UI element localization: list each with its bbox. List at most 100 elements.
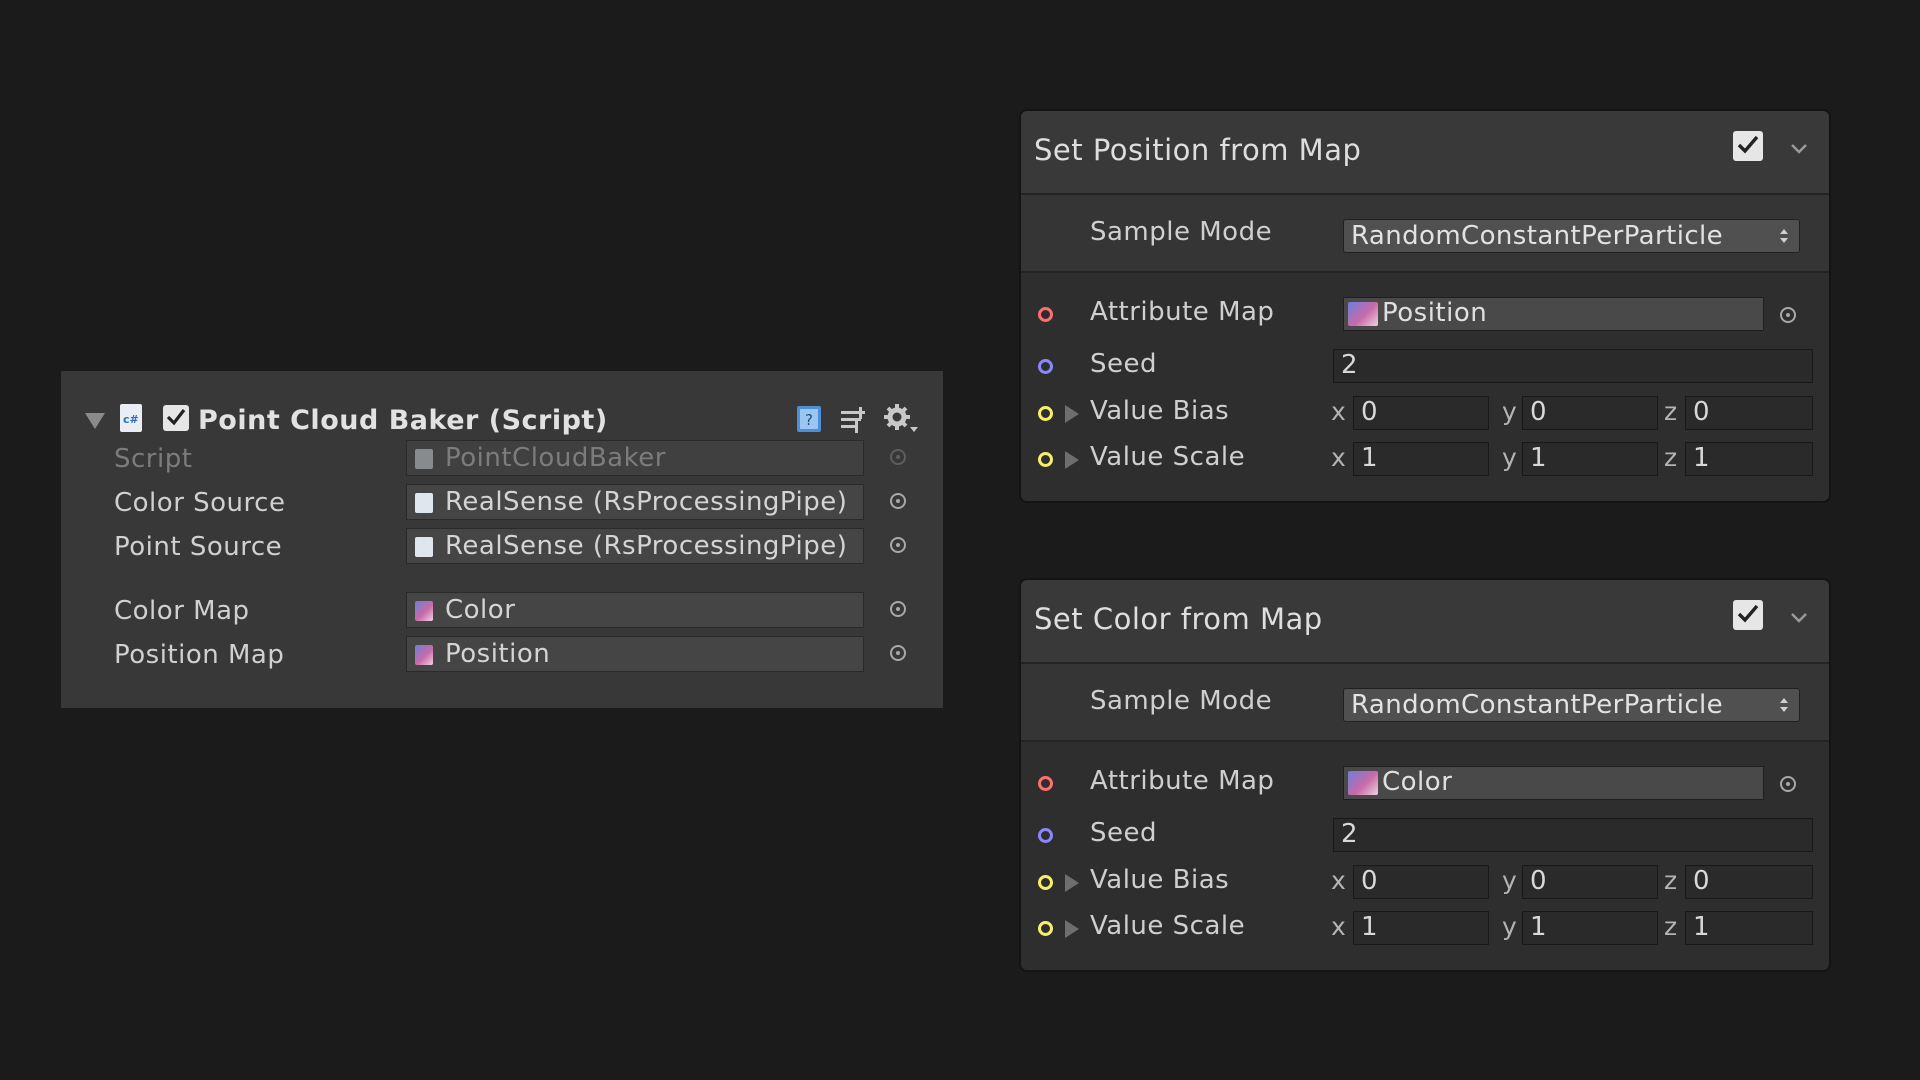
script-field[interactable]: PointCloudBaker: [406, 440, 864, 476]
chevron-down-icon[interactable]: [1789, 612, 1809, 624]
sample-mode-dropdown[interactable]: RandomConstantPerParticle: [1343, 688, 1800, 722]
sample-mode-value: RandomConstantPerParticle: [1351, 690, 1724, 720]
sample-mode-label: Sample Mode: [1090, 217, 1273, 247]
value-scale-z-input[interactable]: 1: [1685, 442, 1813, 476]
point-source-field[interactable]: RealSense (RsProcessingPipe): [406, 528, 864, 564]
seed-label: Seed: [1090, 818, 1157, 848]
point-source-label: Point Source: [114, 532, 283, 562]
inspector-component-panel: Point Cloud Baker (Script) ?: [61, 371, 943, 708]
dropdown-arrows-icon: [1780, 698, 1788, 712]
component-enabled-checkbox[interactable]: [163, 405, 189, 431]
value-bias-y: 0: [1530, 866, 1547, 896]
sample-mode-row: Sample Mode RandomConstantPerParticle: [1021, 664, 1829, 742]
attribute-map-label: Attribute Map: [1090, 766, 1275, 796]
block-enabled-checkbox[interactable]: [1733, 600, 1763, 630]
attribute-map-value: Position: [1382, 298, 1488, 328]
color-map-label: Color Map: [114, 596, 250, 626]
value-bias-z-input[interactable]: 0: [1685, 865, 1813, 899]
value-scale-label: Value Scale: [1090, 442, 1246, 472]
value-bias-z: 0: [1693, 397, 1710, 427]
value-bias-y-input[interactable]: 0: [1522, 396, 1658, 430]
csharp-script-icon: [415, 537, 433, 557]
axis-z-label: z: [1664, 443, 1678, 472]
seed-input-port[interactable]: [1038, 359, 1053, 374]
color-source-row: Color Source RealSense (RsProcessingPipe…: [114, 484, 914, 522]
script-row: Script PointCloudBaker: [114, 440, 914, 478]
value-bias-x-input[interactable]: 0: [1353, 865, 1489, 899]
value-bias-y-input[interactable]: 0: [1522, 865, 1658, 899]
value-bias-port[interactable]: [1038, 875, 1053, 890]
color-map-value: Color: [445, 595, 516, 625]
axis-z-label: z: [1664, 866, 1678, 895]
value-scale-y: 1: [1530, 443, 1547, 473]
seed-input[interactable]: 2: [1333, 818, 1813, 852]
object-picker-icon[interactable]: [1780, 776, 1796, 792]
object-picker-icon[interactable]: [890, 493, 906, 509]
gear-icon[interactable]: [883, 403, 918, 435]
block-header: Set Color from Map: [1021, 580, 1829, 664]
foldout-arrow-icon[interactable]: [85, 413, 105, 429]
value-scale-label: Value Scale: [1090, 911, 1246, 941]
chevron-down-icon[interactable]: [1789, 143, 1809, 155]
value-scale-y-input[interactable]: 1: [1522, 911, 1658, 945]
texture-icon: [415, 645, 433, 665]
seed-input-port[interactable]: [1038, 828, 1053, 843]
value-bias-x-input[interactable]: 0: [1353, 396, 1489, 430]
position-map-value: Position: [445, 639, 551, 669]
color-source-label: Color Source: [114, 488, 286, 518]
value-scale-z: 1: [1693, 443, 1710, 473]
expand-arrow-icon[interactable]: [1065, 874, 1079, 892]
value-bias-x: 0: [1361, 397, 1378, 427]
value-scale-z-input[interactable]: 1: [1685, 911, 1813, 945]
texture-input-port[interactable]: [1038, 776, 1053, 791]
value-bias-x: 0: [1361, 866, 1378, 896]
component-header: Point Cloud Baker (Script) ?: [85, 401, 925, 443]
expand-arrow-icon[interactable]: [1065, 405, 1079, 423]
block-header: Set Position from Map: [1021, 111, 1829, 195]
seed-value: 2: [1341, 350, 1358, 380]
sample-mode-value: RandomConstantPerParticle: [1351, 221, 1724, 251]
attribute-map-field[interactable]: Position: [1343, 297, 1764, 331]
preset-sliders-icon[interactable]: [837, 403, 869, 435]
object-picker-icon[interactable]: [890, 601, 906, 617]
value-bias-label: Value Bias: [1090, 396, 1230, 426]
texture-icon: [415, 601, 433, 621]
block-enabled-checkbox[interactable]: [1733, 131, 1763, 161]
object-picker-icon[interactable]: [1780, 307, 1796, 323]
expand-arrow-icon[interactable]: [1065, 920, 1079, 938]
texture-icon: [1348, 771, 1378, 795]
expand-arrow-icon[interactable]: [1065, 451, 1079, 469]
color-source-field[interactable]: RealSense (RsProcessingPipe): [406, 484, 864, 520]
color-source-value: RealSense (RsProcessingPipe): [445, 487, 848, 517]
axis-z-label: z: [1664, 912, 1678, 941]
value-bias-z: 0: [1693, 866, 1710, 896]
value-bias-z-input[interactable]: 0: [1685, 396, 1813, 430]
color-map-row: Color Map Color: [114, 592, 914, 630]
value-scale-port[interactable]: [1038, 921, 1053, 936]
attribute-map-field[interactable]: Color: [1343, 766, 1764, 800]
seed-input[interactable]: 2: [1333, 349, 1813, 383]
sample-mode-dropdown[interactable]: RandomConstantPerParticle: [1343, 219, 1800, 253]
block-title: Set Position from Map: [1034, 133, 1362, 167]
csharp-script-icon: [415, 449, 433, 469]
svg-text:?: ?: [805, 411, 813, 429]
object-picker-icon[interactable]: [890, 537, 906, 553]
csharp-script-icon: [415, 493, 433, 513]
value-bias-port[interactable]: [1038, 406, 1053, 421]
value-scale-port[interactable]: [1038, 452, 1053, 467]
texture-input-port[interactable]: [1038, 307, 1053, 322]
value-scale-x-input[interactable]: 1: [1353, 442, 1489, 476]
object-picker-icon[interactable]: [890, 645, 906, 661]
attribute-map-label: Attribute Map: [1090, 297, 1275, 327]
seed-label: Seed: [1090, 349, 1157, 379]
value-scale-x-input[interactable]: 1: [1353, 911, 1489, 945]
component-title: Point Cloud Baker (Script): [198, 405, 608, 436]
script-label: Script: [114, 444, 193, 474]
value-scale-y: 1: [1530, 912, 1547, 942]
color-map-field[interactable]: Color: [406, 592, 864, 628]
value-scale-x: 1: [1361, 912, 1378, 942]
axis-y-label: y: [1502, 912, 1517, 941]
position-map-field[interactable]: Position: [406, 636, 864, 672]
help-book-icon[interactable]: ?: [793, 403, 825, 435]
value-scale-y-input[interactable]: 1: [1522, 442, 1658, 476]
